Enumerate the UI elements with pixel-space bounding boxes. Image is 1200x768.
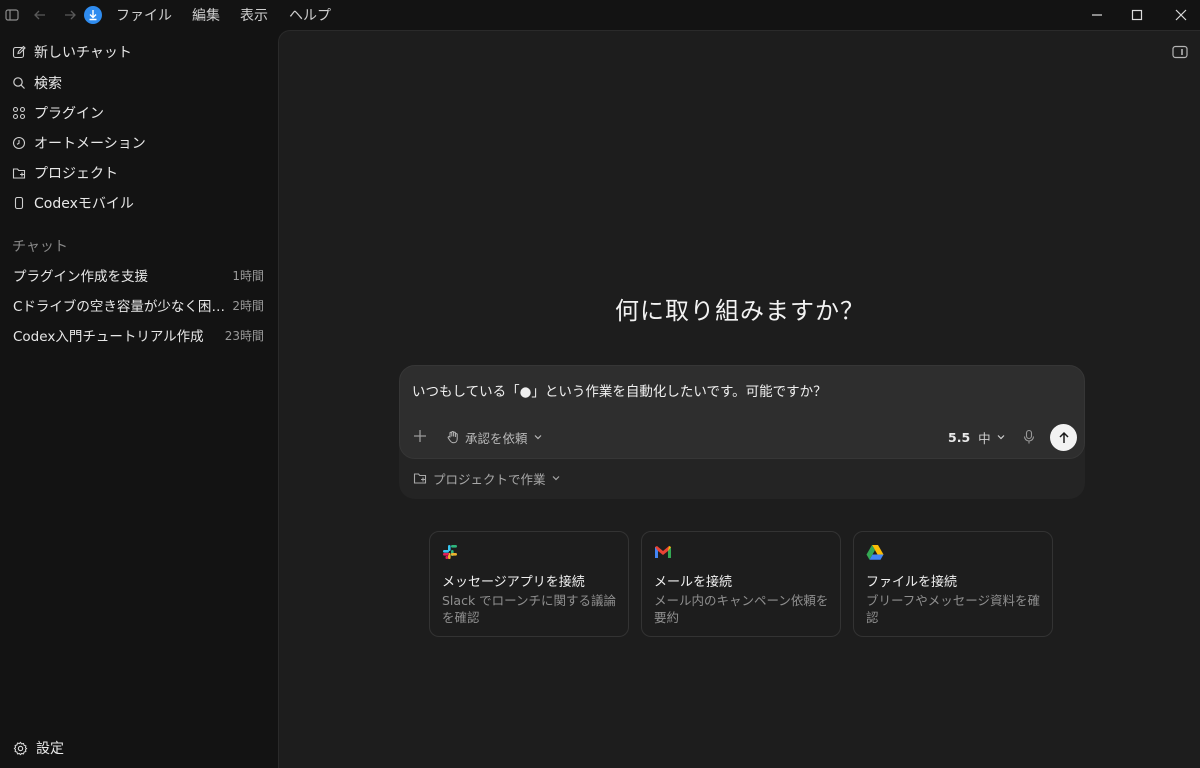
gear-icon	[12, 740, 28, 756]
nav-projects[interactable]: プロジェクト	[6, 159, 272, 187]
composer-container: いつもしている「●」という作業を自動化したいです。可能ですか？ 承認を依頼 5.…	[399, 365, 1085, 499]
card-title: ファイルを接続	[866, 575, 958, 590]
nav-new-chat[interactable]: 新しいチャット	[6, 38, 272, 66]
chevron-down-icon	[534, 435, 541, 440]
forward-arrow-icon[interactable]	[62, 7, 78, 23]
page-title: 何に取り組みますか？	[615, 297, 865, 325]
minimize-icon[interactable]	[1088, 6, 1106, 24]
side-panel-toggle-icon[interactable]	[1172, 45, 1188, 59]
nav-label: 検索	[34, 76, 62, 92]
mobile-icon	[12, 196, 26, 210]
effort-level: 中	[978, 430, 991, 446]
nav-label: プラグイン	[34, 106, 104, 122]
prompt-input[interactable]: いつもしている「●」という作業を自動化したいです。可能ですか？	[412, 380, 827, 400]
approval-label: 承認を依頼	[465, 430, 528, 446]
sidebar-toggle-icon[interactable]	[4, 7, 20, 23]
connect-email-card[interactable]: メールを接続 メール内のキャンペーン依頼を要約	[641, 531, 841, 637]
main-panel: 何に取り組みますか？ いつもしている「●」という作業を自動化したいです。可能です…	[278, 30, 1200, 768]
nav-label: オートメーション	[34, 136, 146, 152]
connect-files-card[interactable]: ファイルを接続 ブリーフやメッセージ資料を確認	[853, 531, 1053, 637]
settings-label: 設定	[36, 741, 64, 757]
chat-item[interactable]: Cドライブの空き容量が少なく困っています 2時間	[6, 291, 272, 319]
clock-icon	[12, 136, 26, 150]
card-description: Slack でローンチに関する議論を確認	[442, 593, 617, 625]
folder-icon	[413, 471, 427, 485]
nav-search[interactable]: 検索	[6, 69, 272, 97]
gmail-icon	[654, 546, 672, 564]
close-icon[interactable]	[1172, 6, 1190, 24]
chat-time: 23時間	[224, 328, 264, 343]
sidebar: 新しいチャット 検索 プラグイン オートメーション プロジェクト Codexモバ…	[0, 30, 278, 768]
connect-messaging-card[interactable]: メッセージアプリを接続 Slack でローンチに関する議論を確認	[429, 531, 629, 637]
chat-time: 1時間	[232, 268, 264, 283]
nav-label: プロジェクト	[34, 166, 118, 182]
settings-button[interactable]: 設定	[12, 738, 64, 758]
nav-automation[interactable]: オートメーション	[6, 129, 272, 157]
microphone-icon[interactable]	[1022, 429, 1036, 445]
nav-plugins[interactable]: プラグイン	[6, 99, 272, 127]
menu-help[interactable]: ヘルプ	[289, 5, 331, 25]
chevron-down-icon	[997, 435, 1005, 440]
composer[interactable]: いつもしている「●」という作業を自動化したいです。可能ですか？ 承認を依頼 5.…	[399, 365, 1085, 459]
chat-title: Codex入門チュートリアル作成	[13, 329, 204, 345]
edit-icon	[12, 45, 26, 59]
hand-icon	[446, 430, 460, 444]
card-description: ブリーフやメッセージ資料を確認	[866, 593, 1041, 625]
title-bar: ファイル 編集 表示 ヘルプ	[0, 0, 1200, 30]
plugins-icon	[12, 106, 26, 120]
model-selector[interactable]: 5.5 中	[948, 428, 1006, 446]
nav-codex-mobile[interactable]: Codexモバイル	[6, 189, 272, 217]
send-button[interactable]	[1050, 424, 1077, 451]
arrow-up-icon	[1058, 431, 1069, 443]
menu-edit[interactable]: 編集	[192, 5, 220, 25]
card-title: メールを接続	[654, 575, 733, 590]
chat-item[interactable]: Codex入門チュートリアル作成 23時間	[6, 321, 272, 349]
menu-view[interactable]: 表示	[240, 5, 268, 25]
nav-label: 新しいチャット	[34, 45, 132, 61]
project-selector[interactable]: プロジェクトで作業	[413, 469, 561, 487]
google-drive-icon	[866, 545, 884, 564]
chat-item[interactable]: プラグイン作成を支援 1時間	[6, 261, 272, 289]
menu-file[interactable]: ファイル	[116, 5, 172, 25]
nav-label: Codexモバイル	[34, 196, 134, 212]
project-label: プロジェクトで作業	[433, 471, 546, 487]
card-title: メッセージアプリを接続	[442, 575, 585, 590]
chat-title: プラグイン作成を支援	[13, 269, 148, 285]
maximize-icon[interactable]	[1128, 6, 1146, 24]
slack-icon	[442, 545, 458, 564]
search-icon	[12, 76, 26, 90]
model-version: 5.5	[948, 429, 971, 445]
back-arrow-icon[interactable]	[32, 7, 48, 23]
download-icon[interactable]	[83, 5, 103, 25]
chat-time: 2時間	[232, 298, 264, 313]
card-description: メール内のキャンペーン依頼を要約	[654, 593, 829, 625]
chevron-down-icon	[552, 476, 559, 481]
add-attachment-icon[interactable]	[412, 428, 428, 444]
chats-section-label: チャット	[12, 239, 68, 255]
chat-title: Cドライブの空き容量が少なく困っています	[13, 299, 228, 315]
folder-icon	[12, 166, 26, 180]
approval-dropdown[interactable]: 承認を依頼	[446, 428, 543, 446]
